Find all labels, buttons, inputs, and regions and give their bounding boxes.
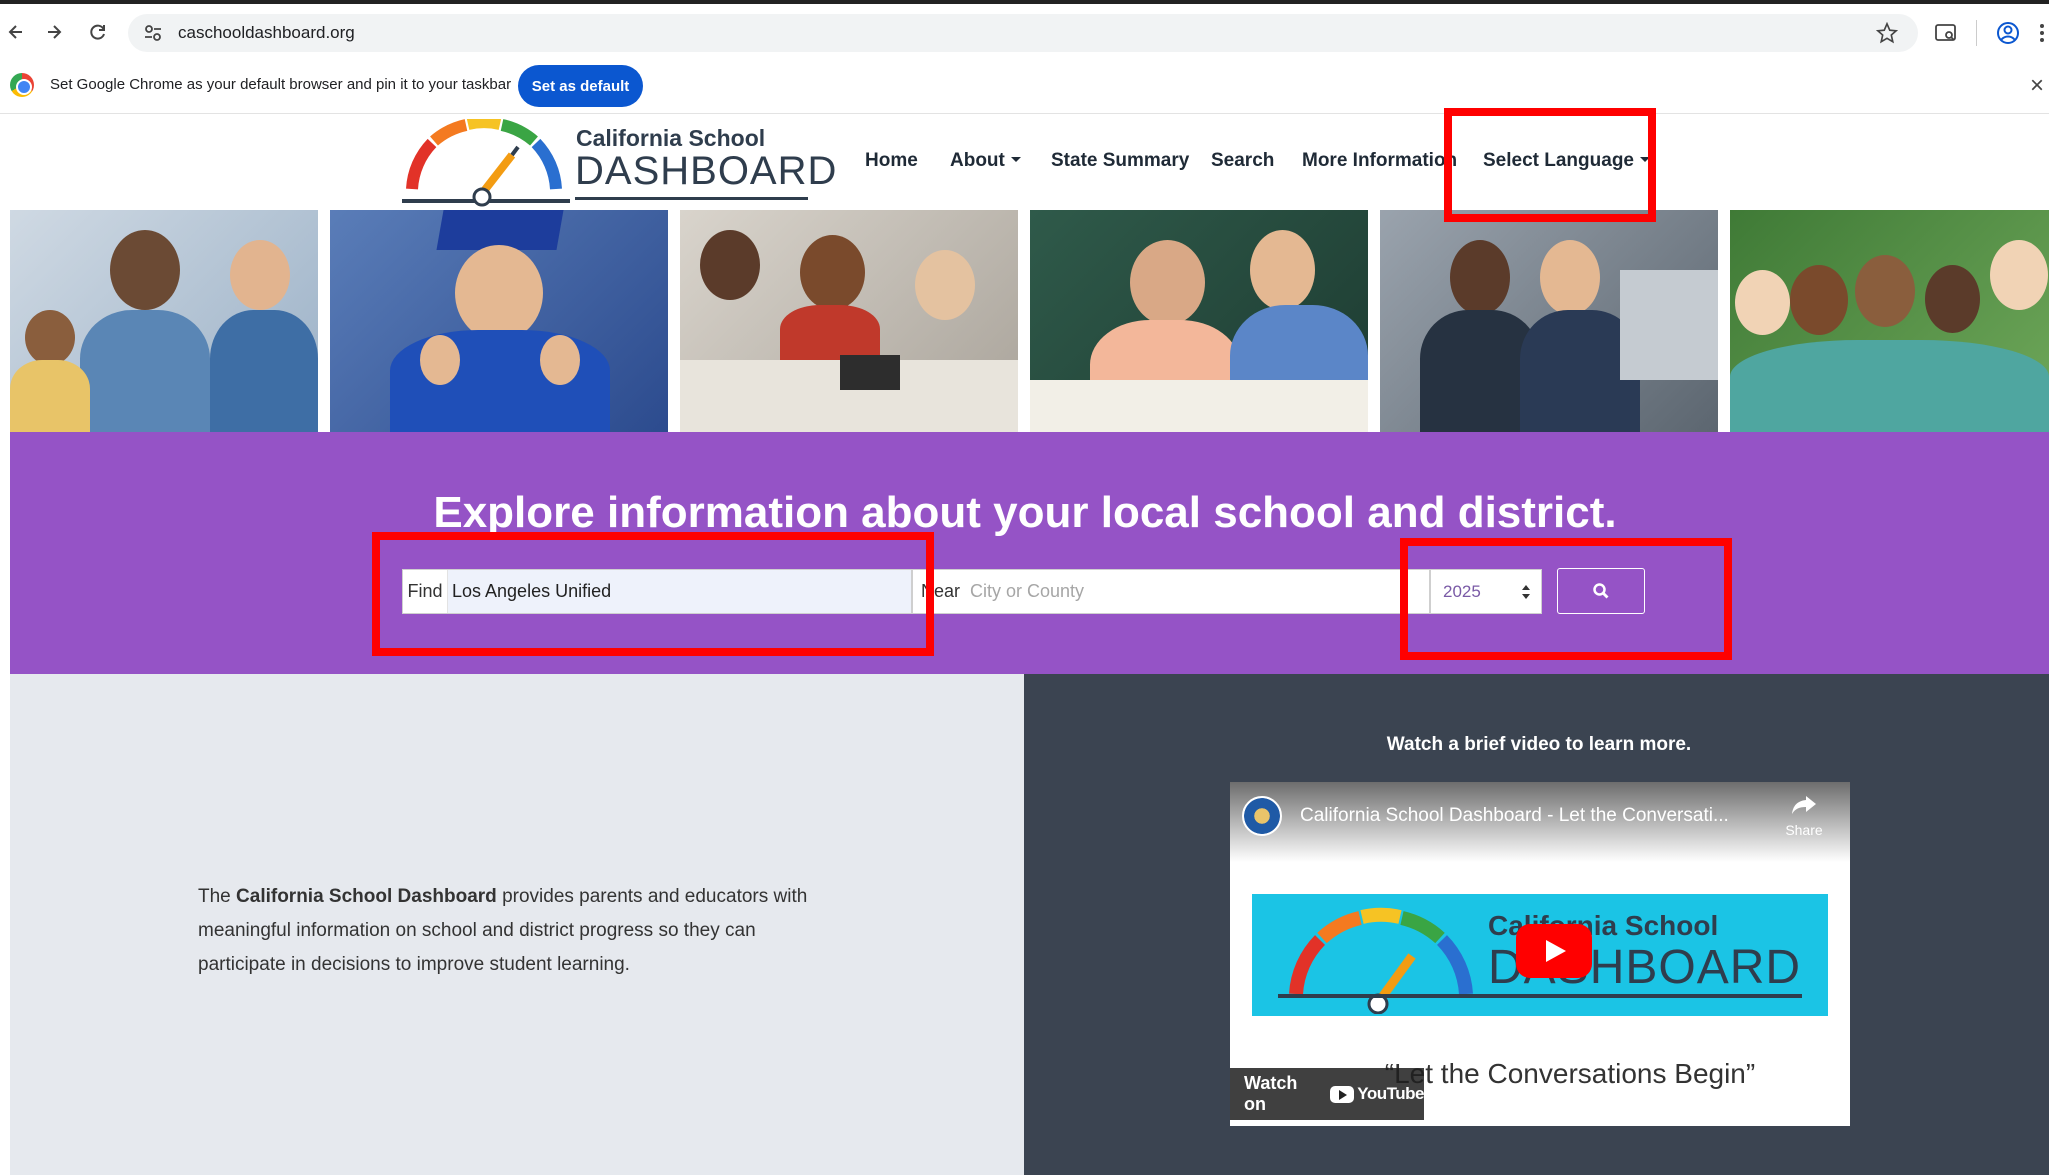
address-bar[interactable]: caschooldashboard.org (128, 14, 1918, 52)
video-title[interactable]: California School Dashboard - Let the Co… (1300, 805, 1729, 827)
intro-text-start: The (198, 886, 237, 907)
forward-icon[interactable] (40, 18, 68, 46)
video-panel: Watch a brief video to learn more. Calif… (1024, 674, 2049, 1175)
near-input[interactable]: City or County (970, 581, 1084, 602)
set-as-default-button[interactable]: Set as default (518, 65, 643, 107)
logo-line1: California School (576, 125, 766, 151)
youtube-mark (1330, 1085, 1355, 1103)
photo-family-reading (10, 210, 318, 432)
site-logo[interactable]: California School DASHBOARD (400, 119, 836, 209)
browser-toolbar: caschooldashboard.org (0, 0, 2049, 58)
watch-on-youtube-button[interactable]: Watch on YouTube (1230, 1068, 1424, 1120)
photo-tutoring (1030, 210, 1368, 432)
photo-kids-robotics (680, 210, 1018, 432)
infobar-text: Set Google Chrome as your default browse… (50, 76, 512, 93)
logo-underline (575, 197, 808, 200)
default-browser-infobar: Set Google Chrome as your default browse… (0, 58, 2049, 114)
close-icon[interactable]: × (2030, 72, 2044, 100)
channel-icon[interactable] (1242, 796, 1282, 836)
site-settings-icon[interactable] (142, 22, 164, 44)
photo-auto-shop (1380, 210, 1718, 432)
profile-icon[interactable] (1996, 21, 2020, 45)
tab-search-icon[interactable] (1934, 21, 1958, 45)
nav-more-information[interactable]: More Information (1302, 150, 1457, 172)
nav-home[interactable]: Home (865, 150, 918, 172)
intro-panel: The California School Dashboard provides… (10, 674, 1024, 1175)
nav-search[interactable]: Search (1211, 150, 1274, 172)
share-button[interactable]: Share (1778, 794, 1830, 838)
video-heading: Watch a brief video to learn more. (1386, 734, 1692, 755)
url-text: caschooldashboard.org (178, 23, 355, 42)
intro-text-bold: California School Dashboard (236, 886, 497, 907)
toolbar-divider (1976, 20, 1977, 46)
logo-line2: DASHBOARD (575, 149, 838, 193)
video-title-overlay: California School Dashboard - Let the Co… (1230, 782, 1850, 862)
gauge-logo-icon (402, 119, 570, 207)
site-header: California School DASHBOARD Home About S… (10, 114, 2049, 210)
hero-headline: Explore information about your local sch… (433, 488, 1617, 537)
menu-icon[interactable] (2036, 21, 2048, 45)
back-icon[interactable] (2, 18, 30, 46)
thumbnail-underline (1278, 994, 1802, 998)
chrome-logo-icon (10, 73, 34, 97)
search-banner: Explore information about your local sch… (10, 432, 2049, 674)
star-icon[interactable] (1876, 22, 1898, 44)
highlight-select-language (1444, 108, 1656, 222)
photo-strip (10, 210, 2049, 432)
nav-about[interactable]: About (950, 150, 1021, 172)
share-icon (1792, 796, 1816, 814)
youtube-embed[interactable]: California School DASHBOARD California S… (1230, 782, 1850, 1126)
intro-text: The California School Dashboard provides… (198, 880, 818, 982)
youtube-wordmark: YouTube (1357, 1084, 1424, 1103)
photo-graduate (330, 210, 668, 432)
play-icon[interactable] (1516, 924, 1592, 978)
video-thumbnail: California School DASHBOARD (1252, 894, 1828, 1016)
highlight-find-field (372, 532, 934, 656)
watch-on-label: Watch on (1244, 1073, 1298, 1114)
youtube-icon: YouTube (1330, 1084, 1424, 1104)
near-field[interactable]: Near City or County (912, 569, 1430, 614)
share-label: Share (1785, 822, 1823, 838)
photo-group-kids (1730, 210, 2049, 432)
highlight-year-search (1400, 538, 1732, 660)
nav-state-summary[interactable]: State Summary (1051, 150, 1189, 172)
reload-icon[interactable] (84, 18, 112, 46)
